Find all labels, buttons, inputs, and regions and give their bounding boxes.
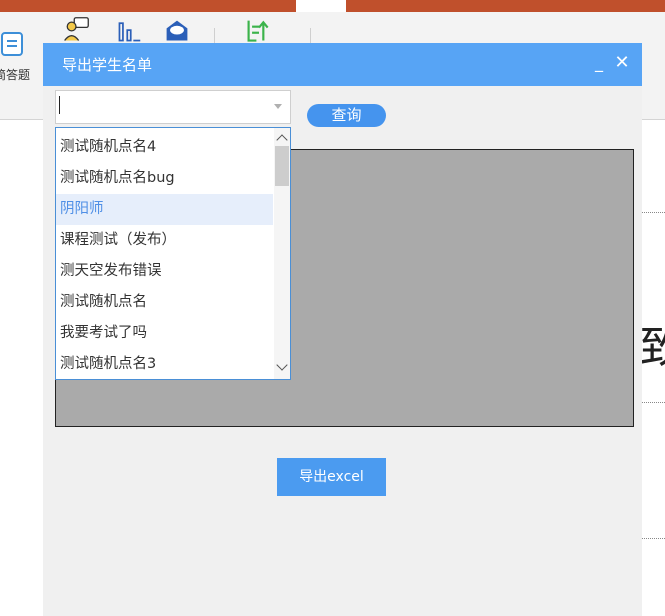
export-students-dialog: 导出学生名单 _ ✕ 查询 测试随机点名4 测试随机点名bug 阴阳师 课程测试（发布… [43,43,642,616]
dropdown-option[interactable]: 测天空发布错误 [56,256,273,287]
background-heading: 致 [640,322,665,373]
dropdown-option[interactable]: 我要考试了吗 [56,318,273,349]
close-button[interactable]: ✕ [613,53,631,73]
export-list-icon[interactable] [244,18,274,44]
scroll-up-icon[interactable] [276,134,288,146]
teacher-icon[interactable] [60,16,92,44]
dropdown-options: 测试随机点名4 测试随机点名bug 阴阳师 课程测试（发布） 测天空发布错误 测试随机点名… [56,132,273,379]
minimize-button[interactable]: _ [591,53,607,73]
mail-icon[interactable] [162,18,192,44]
dialog-titlebar[interactable]: 导出学生名单 _ ✕ [43,43,642,86]
scroll-thumb[interactable] [275,146,289,186]
document-icon[interactable] [0,30,26,56]
dropdown-option[interactable]: 测试随机点名4 [56,132,273,163]
course-dropdown-list[interactable]: 测试随机点名4 测试随机点名bug 阴阳师 课程测试（发布） 测天空发布错误 测试随机点名… [55,127,291,380]
app-tab-strip-left [0,0,296,12]
dropdown-option[interactable]: 测试随机点名bug [56,163,273,194]
export-excel-button[interactable]: 导出excel [277,458,386,496]
chevron-down-icon[interactable] [274,104,282,109]
query-button[interactable]: 查询 [307,104,386,127]
dropdown-option[interactable]: 测试随机点名 [56,287,273,318]
text-cursor [59,96,60,114]
bar-chart-icon[interactable] [116,18,142,44]
dropdown-scrollbar[interactable] [274,128,290,379]
app-top-bar [0,0,665,12]
ribbon-label[interactable]: 简答题 [0,66,30,83]
dialog-title: 导出学生名单 [62,56,153,74]
course-select[interactable] [55,90,291,124]
scroll-down-icon[interactable] [276,359,288,371]
dropdown-option[interactable]: 阴阳师 [56,194,273,225]
dropdown-option[interactable]: 测试随机点名3 [56,349,273,379]
dropdown-option[interactable]: 课程测试（发布） [56,225,273,256]
app-tab-strip-right [346,0,665,12]
